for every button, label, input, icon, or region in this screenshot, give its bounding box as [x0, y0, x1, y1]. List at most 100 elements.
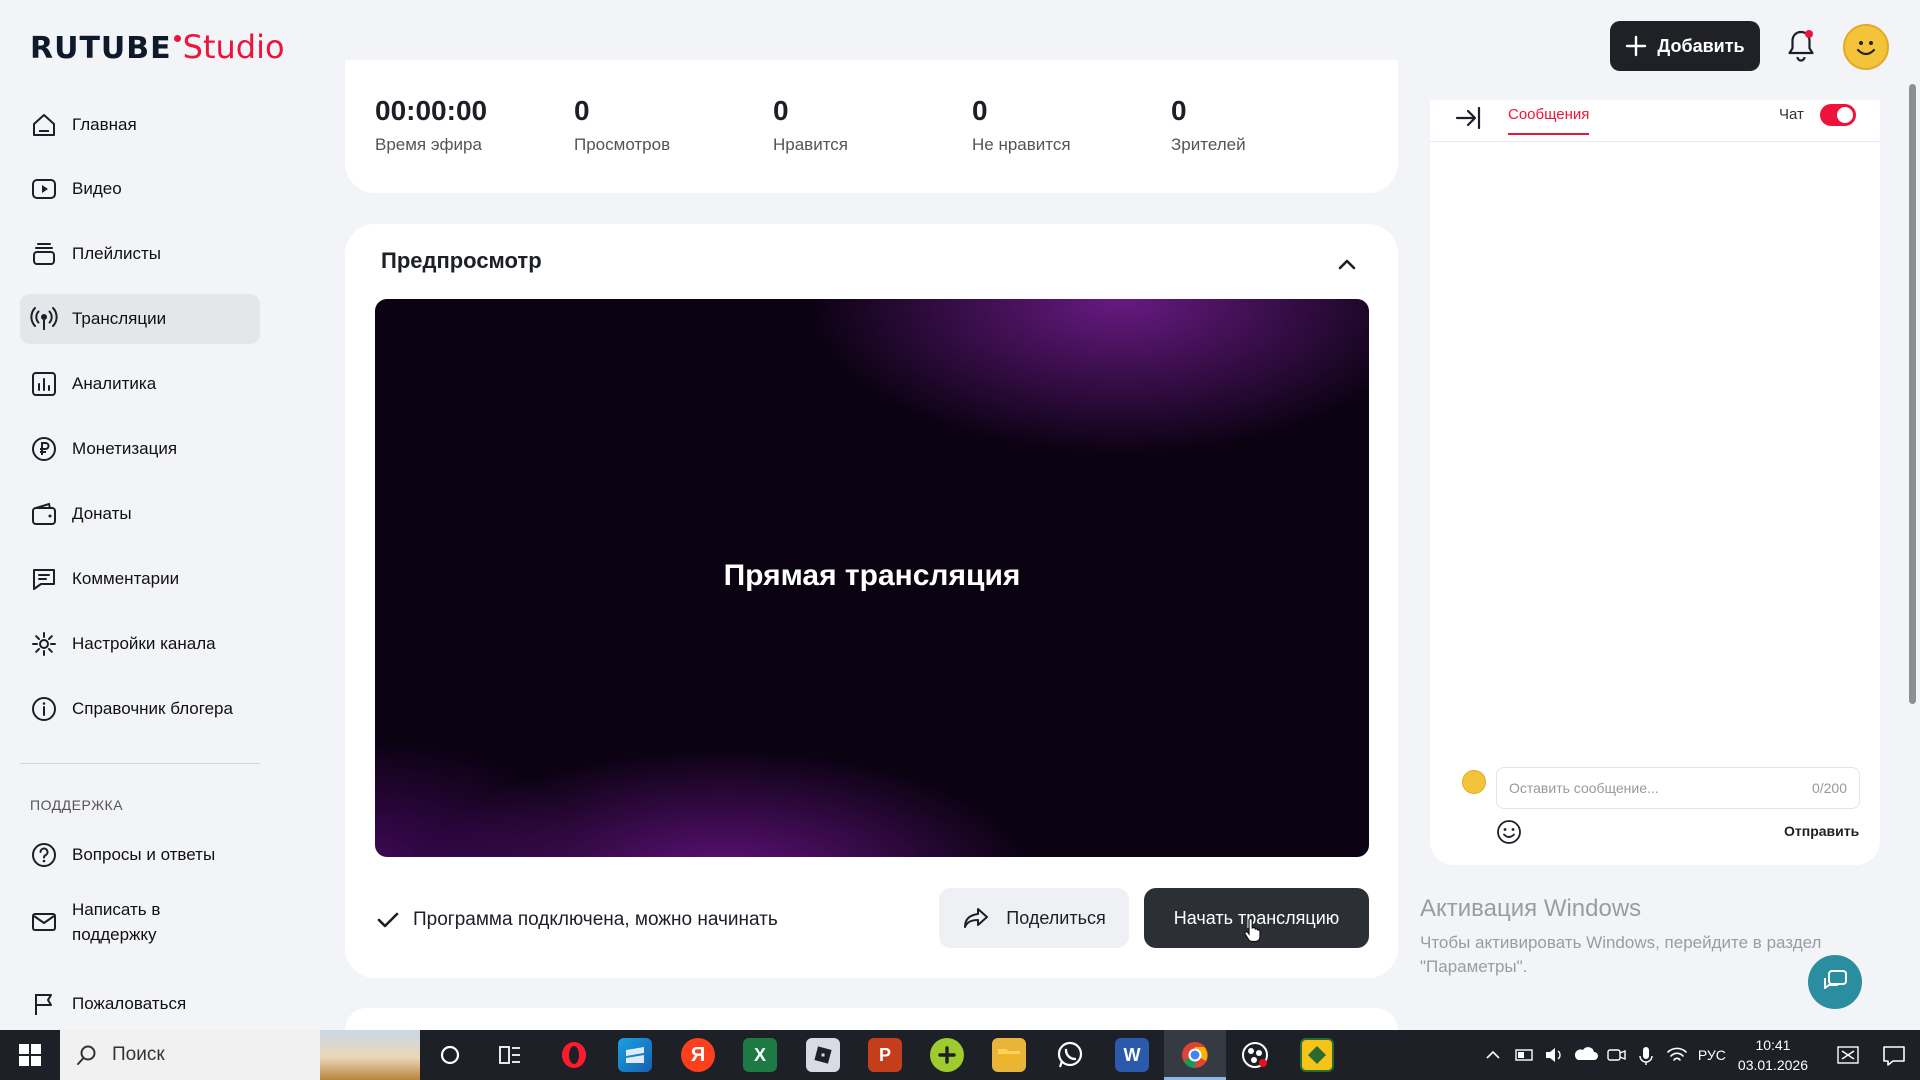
sidebar-item-label: Главная: [72, 115, 137, 134]
roblox-icon[interactable]: [806, 1038, 840, 1072]
chat-input-placeholder: Оставить сообщение...: [1509, 780, 1659, 796]
tab-messages[interactable]: Сообщения: [1508, 106, 1590, 135]
chat-bubbles-icon: [1824, 970, 1847, 989]
ruble-coin-icon: [32, 437, 56, 461]
home-icon: [33, 114, 55, 136]
pixel-app-icon[interactable]: [1300, 1038, 1334, 1072]
sidebar-item-label: Справочник блогера: [72, 699, 233, 718]
sidebar-item-blogger-guide[interactable]: Справочник блогера: [20, 684, 260, 734]
task-view-icon[interactable]: [493, 1038, 527, 1072]
comment-icon: [33, 569, 55, 590]
video-placeholder-title: Прямая трансляция: [723, 559, 1021, 592]
sidebar-item-home[interactable]: Главная: [20, 100, 260, 150]
sidebar-item-monetization[interactable]: Монетизация: [20, 424, 260, 474]
taskbar-search-label: Поиск: [112, 1044, 165, 1065]
question-icon: [32, 843, 56, 867]
scrollbar-thumb[interactable]: [1909, 84, 1916, 704]
checkmark-icon: [377, 912, 399, 928]
mail-icon: [32, 913, 56, 931]
plus-app-icon[interactable]: [930, 1038, 964, 1072]
language-indicator[interactable]: РУС: [1698, 1047, 1726, 1063]
notifications-bell-icon[interactable]: [1785, 28, 1817, 64]
windows-activation-watermark: Активация Windows Чтобы активировать Win…: [1420, 895, 1860, 979]
meet-now-icon[interactable]: [1602, 1030, 1632, 1080]
system-tray: РУС 10:41 03.01.2026: [1476, 1030, 1920, 1080]
taskbar-search[interactable]: Поиск: [60, 1030, 420, 1080]
stat-airtime: 00:00:00 Время эфира: [375, 95, 487, 155]
windows-activation-title: Активация Windows: [1420, 895, 1642, 922]
sidebar-item-broadcasts[interactable]: Трансляции: [20, 294, 260, 344]
chat-message-input[interactable]: Оставить сообщение... 0/200: [1496, 767, 1860, 809]
chevron-up-icon[interactable]: [1333, 250, 1361, 278]
volume-icon[interactable]: [1540, 1030, 1570, 1080]
clock-date: 03.01.2026: [1737, 1057, 1808, 1073]
file-explorer-icon[interactable]: [992, 1038, 1026, 1072]
word-icon[interactable]: W: [1115, 1038, 1149, 1072]
chrome-browser-icon[interactable]: [1178, 1038, 1212, 1072]
share-button-label: Поделиться: [1006, 907, 1106, 928]
stream-preview-video[interactable]: Прямая трансляция: [375, 299, 1369, 857]
excel-icon[interactable]: X: [743, 1038, 777, 1072]
user-avatar[interactable]: [1843, 24, 1889, 70]
stat-label: Просмотров: [574, 135, 671, 154]
flag-icon: [35, 994, 52, 1015]
sidebar-item-label: Вопросы и ответы: [72, 845, 216, 864]
gear-icon: [32, 632, 56, 656]
sidebar-item-write-support[interactable]: Написать в поддержку: [20, 890, 260, 954]
sidebar-item-video[interactable]: Видео: [20, 164, 260, 214]
sidebar-item-comments[interactable]: Комментарии: [20, 554, 260, 604]
taskbar-clock[interactable]: 10:41 03.01.2026: [1738, 1035, 1808, 1075]
onedrive-icon[interactable]: [1570, 1030, 1602, 1080]
keyboard-layout-icon[interactable]: [1828, 1030, 1868, 1080]
clock-time: 10:41: [1755, 1037, 1791, 1053]
sidebar-item-channel-settings[interactable]: Настройки канала: [20, 619, 260, 669]
sidebar-item-label: Аналитика: [72, 374, 157, 393]
stat-label: Зрителей: [1171, 135, 1246, 154]
chat-panel: Сообщения Чат Оставить сообщение... 0/20…: [1430, 100, 1880, 865]
stat-label: Не нравится: [972, 135, 1071, 154]
stream-stats-card: 00:00:00 Время эфира 0 Просмотров 0 Нрав…: [345, 60, 1398, 193]
stat-dislikes: 0 Не нравится: [972, 95, 1071, 155]
sidebar-item-faq[interactable]: Вопросы и ответы: [20, 830, 260, 880]
notification-center-icon[interactable]: [1868, 1030, 1920, 1080]
support-chat-button[interactable]: [1808, 955, 1862, 1009]
battery-icon[interactable]: [1510, 1030, 1540, 1080]
yandex-browser-icon[interactable]: Я: [681, 1038, 715, 1072]
sidebar-divider: [20, 763, 260, 764]
windows-start-icon[interactable]: [0, 1030, 60, 1080]
sidebar-item-label: Написать в поддержку: [72, 900, 161, 944]
sidebar-item-label: Донаты: [72, 504, 132, 523]
stat-label: Время эфира: [375, 135, 482, 154]
sidebar-item-label: Трансляции: [72, 309, 167, 328]
microphone-icon[interactable]: [1632, 1030, 1660, 1080]
send-button[interactable]: Отправить: [1784, 823, 1859, 839]
emoji-icon[interactable]: [1495, 818, 1523, 846]
stat-value: 0: [972, 95, 988, 126]
share-arrow-icon: [964, 908, 989, 928]
sidebar-item-report[interactable]: Пожаловаться: [20, 979, 260, 1029]
chevron-up-tray-icon[interactable]: [1476, 1030, 1510, 1080]
chat-toggle[interactable]: [1820, 104, 1856, 126]
windows-store-app-icon[interactable]: [618, 1038, 652, 1072]
sidebar-item-playlists[interactable]: Плейлисты: [20, 229, 260, 279]
wallet-icon: [32, 502, 56, 525]
rutube-studio-logo[interactable]: RUTUBE Studio: [30, 28, 285, 66]
whatsapp-icon[interactable]: [1053, 1038, 1087, 1072]
windows-logo-icon: [19, 1044, 41, 1066]
add-button[interactable]: Добавить: [1610, 21, 1760, 71]
connection-status-text: Программа подключена, можно начинать: [413, 909, 778, 930]
sidebar-item-donations[interactable]: Донаты: [20, 489, 260, 539]
collapse-panel-icon[interactable]: [1454, 104, 1482, 132]
connection-status: Программа подключена, можно начинать: [375, 907, 778, 933]
share-button[interactable]: Поделиться: [939, 888, 1129, 948]
sidebar-item-analytics[interactable]: Аналитика: [20, 359, 260, 409]
obs-studio-icon[interactable]: [1238, 1038, 1272, 1072]
opera-browser-icon[interactable]: [557, 1038, 591, 1072]
hand-cursor-icon: [1244, 918, 1261, 942]
cortana-icon[interactable]: [433, 1038, 467, 1072]
add-button-label: Добавить: [1657, 35, 1745, 56]
wifi-icon[interactable]: [1660, 1030, 1694, 1080]
page-scrollbar[interactable]: [1904, 70, 1920, 1030]
broadcast-icon: [30, 307, 58, 330]
powerpoint-icon[interactable]: P: [868, 1038, 902, 1072]
